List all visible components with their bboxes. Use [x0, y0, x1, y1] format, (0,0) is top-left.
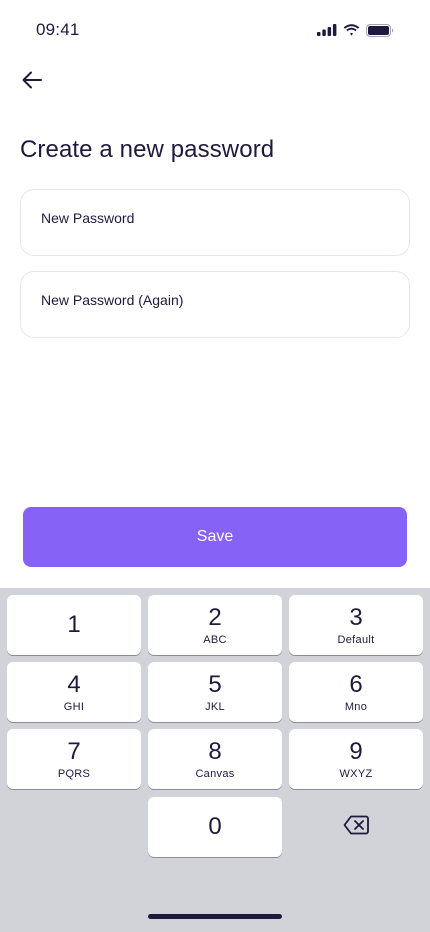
key-letters: ABC — [203, 633, 227, 646]
key-2[interactable]: 2 ABC — [148, 595, 282, 655]
key-digit: 0 — [208, 813, 222, 840]
key-5[interactable]: 5 JKL — [148, 662, 282, 722]
key-letters: Mno — [344, 700, 368, 713]
key-letters: JKL — [205, 700, 225, 713]
key-letters: WXYZ — [339, 767, 373, 780]
new-password-again-input[interactable] — [41, 307, 389, 327]
arrow-left-icon — [22, 71, 42, 94]
key-4[interactable]: 4 GHI — [7, 662, 141, 722]
key-1[interactable]: 1 — [7, 595, 141, 655]
key-letters: PQRS — [57, 767, 91, 780]
key-letters: Canvas — [195, 767, 235, 780]
key-6[interactable]: 6 Mno — [289, 662, 423, 722]
new-password-again-field[interactable]: New Password (Again) — [20, 271, 410, 338]
status-bar: 09:41 — [0, 0, 430, 60]
key-3[interactable]: 3 Default — [289, 595, 423, 655]
new-password-field[interactable]: New Password — [20, 189, 410, 256]
status-time: 09:41 — [36, 20, 80, 39]
key-letters: Default — [337, 633, 375, 646]
new-password-again-label: New Password (Again) — [41, 292, 184, 308]
status-icons — [317, 22, 394, 38]
key-letters: GHI — [63, 700, 85, 713]
home-indicator — [148, 914, 282, 919]
new-password-label: New Password — [41, 210, 135, 226]
numeric-keypad: 1 2 ABC 3 Default 4 GHI 5 JKL 6 Mno 7 PQ… — [0, 588, 430, 932]
key-digit: 7 — [67, 737, 81, 765]
save-button[interactable]: Save — [23, 507, 407, 567]
key-0[interactable]: 0 — [148, 797, 282, 857]
back-button[interactable] — [18, 68, 46, 96]
wifi-icon — [343, 24, 360, 36]
key-digit: 5 — [208, 670, 222, 698]
key-digit: 3 — [349, 603, 363, 631]
delete-key[interactable] — [289, 797, 423, 857]
key-digit: 9 — [349, 737, 363, 765]
key-digit: 2 — [208, 603, 222, 631]
key-8[interactable]: 8 Canvas — [148, 729, 282, 789]
new-password-input[interactable] — [41, 225, 389, 245]
page-title: Create a new password — [20, 136, 275, 163]
key-digit: 8 — [208, 737, 222, 765]
key-digit: 6 — [349, 670, 363, 698]
key-7[interactable]: 7 PQRS — [7, 729, 141, 789]
key-9[interactable]: 9 WXYZ — [289, 729, 423, 789]
cellular-signal-icon — [317, 24, 337, 36]
key-digit: 1 — [67, 611, 81, 638]
battery-icon — [366, 23, 394, 37]
key-digit: 4 — [67, 670, 81, 698]
backspace-icon — [343, 815, 369, 840]
